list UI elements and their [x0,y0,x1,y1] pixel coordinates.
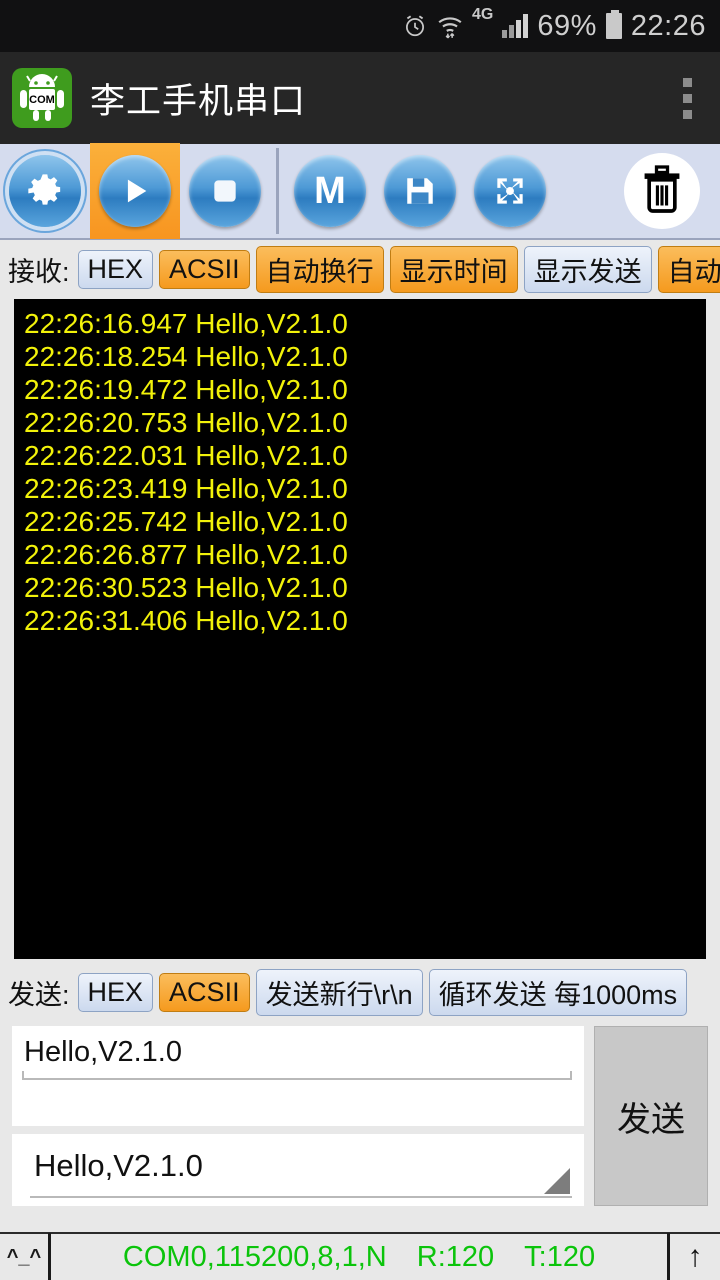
send-history-value: Hello,V2.1.0 [34,1148,203,1183]
action-bar: COM 李工手机串口 [0,52,720,144]
settings-button[interactable] [0,143,90,239]
terminal-line: 22:26:19.472 Hello,V2.1.0 [24,374,348,405]
wifi-icon [437,13,463,39]
status-info: COM0,115200,8,1,N R:120 T:120 [51,1241,667,1274]
send-history-dropdown[interactable]: Hello,V2.1.0 [12,1134,584,1206]
stop-icon [189,155,261,227]
input-underline [22,1071,572,1080]
alarm-icon [402,13,428,39]
save-button[interactable] [375,143,465,239]
svg-text:COM: COM [29,94,55,106]
terminal-line: 22:26:16.947 Hello,V2.1.0 [24,308,348,339]
four-way-arrows-icon [474,155,546,227]
send-area: Hello,V2.1.0 Hello,V2.1.0 发送 [0,1022,720,1212]
send-button[interactable]: 发送 [594,1026,708,1206]
terminal-line: 22:26:25.742 Hello,V2.1.0 [24,506,348,537]
terminal-line: 22:26:20.753 Hello,V2.1.0 [24,407,348,438]
send-toggle-bar: 发送: HEX ACSII 发送新行\r\n 循环发送 每1000ms [0,959,720,1022]
overflow-menu-button[interactable] [667,68,708,129]
macro-button[interactable]: M [285,143,375,239]
scroll-up-icon[interactable]: ↑ [670,1240,720,1274]
overflow-dot [683,77,692,87]
dropdown-underline [30,1196,572,1198]
battery-icon [605,10,622,39]
terminal-wrapper: 22:26:16.947 Hello,V2.1.0 22:26:18.254 H… [0,299,720,959]
send-input[interactable]: Hello,V2.1.0 [12,1026,584,1126]
overflow-dot [683,109,692,119]
terminal-line: 22:26:30.523 Hello,V2.1.0 [24,572,348,603]
port-info-label: COM0,115200,8,1,N [122,1240,387,1273]
clear-button[interactable] [624,153,700,229]
receive-label: 接收: [8,257,70,287]
app-root: 4G 69% 22:26 COM 李工手机串口 M 接收: HEX ACSII … [0,0,720,1280]
terminal-line: 22:26:23.419 Hello,V2.1.0 [24,473,348,504]
page-title: 李工手机串口 [90,81,307,121]
receive-toggle-show-time[interactable]: 显示时间 [389,246,518,293]
signal-icon [502,14,529,38]
terminal-line: 22:26:18.254 Hello,V2.1.0 [24,341,348,372]
dropdown-triangle-icon [544,1168,570,1194]
system-clock: 22:26 [630,9,706,42]
floppy-disk-icon [384,155,456,227]
stop-button[interactable] [180,143,270,239]
status-bar: ^_^ COM0,115200,8,1,N R:120 T:120 ↑ [0,1232,720,1280]
network-type-label: 4G [472,6,494,23]
send-toggle-loop[interactable]: 循环发送 每1000ms [428,969,688,1016]
send-toggle-hex[interactable]: HEX [77,973,154,1012]
receive-toggle-bar: 接收: HEX ACSII 自动换行 显示时间 显示发送 自动滚屏 [0,240,720,299]
receive-toggle-show-send[interactable]: 显示发送 [523,246,652,293]
trash-icon [640,164,684,218]
m-icon: M [294,155,366,227]
send-fields: Hello,V2.1.0 Hello,V2.1.0 [12,1026,584,1206]
terminal-line: 22:26:22.031 Hello,V2.1.0 [24,440,348,471]
send-input-value: Hello,V2.1.0 [24,1036,182,1068]
overflow-dot [683,93,692,103]
play-icon [99,155,171,227]
toolbar-separator [276,148,279,234]
terminal-line: 22:26:31.406 Hello,V2.1.0 [24,605,348,636]
terminal-line: 22:26:26.877 Hello,V2.1.0 [24,539,348,570]
send-label: 发送: [8,980,70,1010]
app-icon: COM [12,68,72,128]
send-toggle-newline[interactable]: 发送新行\r\n [255,969,423,1016]
terminal-output[interactable]: 22:26:16.947 Hello,V2.1.0 22:26:18.254 H… [14,299,706,959]
expand-button[interactable] [465,143,555,239]
send-toggle-ascii[interactable]: ACSII [159,973,250,1012]
receive-toggle-hex[interactable]: HEX [77,250,154,289]
start-button[interactable] [90,143,180,239]
system-status-bar: 4G 69% 22:26 [0,0,720,52]
receive-toggle-auto-scroll[interactable]: 自动滚屏 [657,246,720,293]
tx-count-label: T:120 [524,1240,596,1273]
battery-percent-label: 69% [537,9,597,42]
gear-icon [9,155,81,227]
icon-toolbar: M [0,143,720,240]
receive-toggle-auto-wrap[interactable]: 自动换行 [255,246,384,293]
receive-toggle-ascii[interactable]: ACSII [159,250,250,289]
status-face: ^_^ [6,1245,42,1268]
rx-count-label: R:120 [416,1240,495,1273]
